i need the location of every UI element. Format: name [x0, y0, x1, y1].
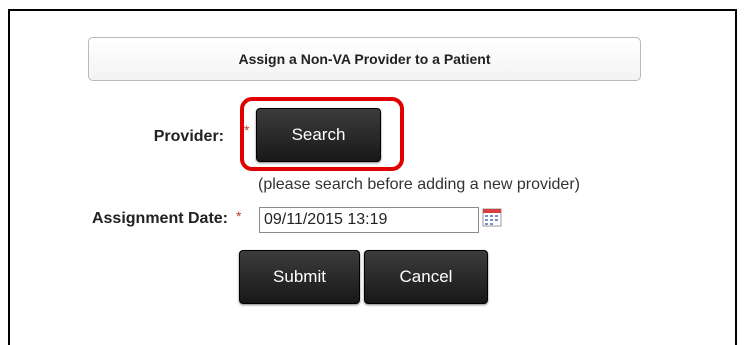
- assignment-date-label: Assignment Date:: [91, 210, 228, 227]
- top-links-cutoff: [0, 0, 744, 8]
- submit-button[interactable]: Submit: [239, 250, 360, 304]
- cancel-button[interactable]: Cancel: [364, 250, 488, 304]
- search-hint: (please search before adding a new provi…: [258, 176, 580, 193]
- assignment-date-input[interactable]: [259, 207, 479, 233]
- search-highlight-box: [240, 97, 404, 171]
- date-required-marker: *: [236, 208, 242, 224]
- calendar-icon[interactable]: [482, 207, 502, 227]
- form-title: Assign a Non-VA Provider to a Patient: [88, 37, 641, 81]
- provider-label: Provider:: [153, 128, 224, 145]
